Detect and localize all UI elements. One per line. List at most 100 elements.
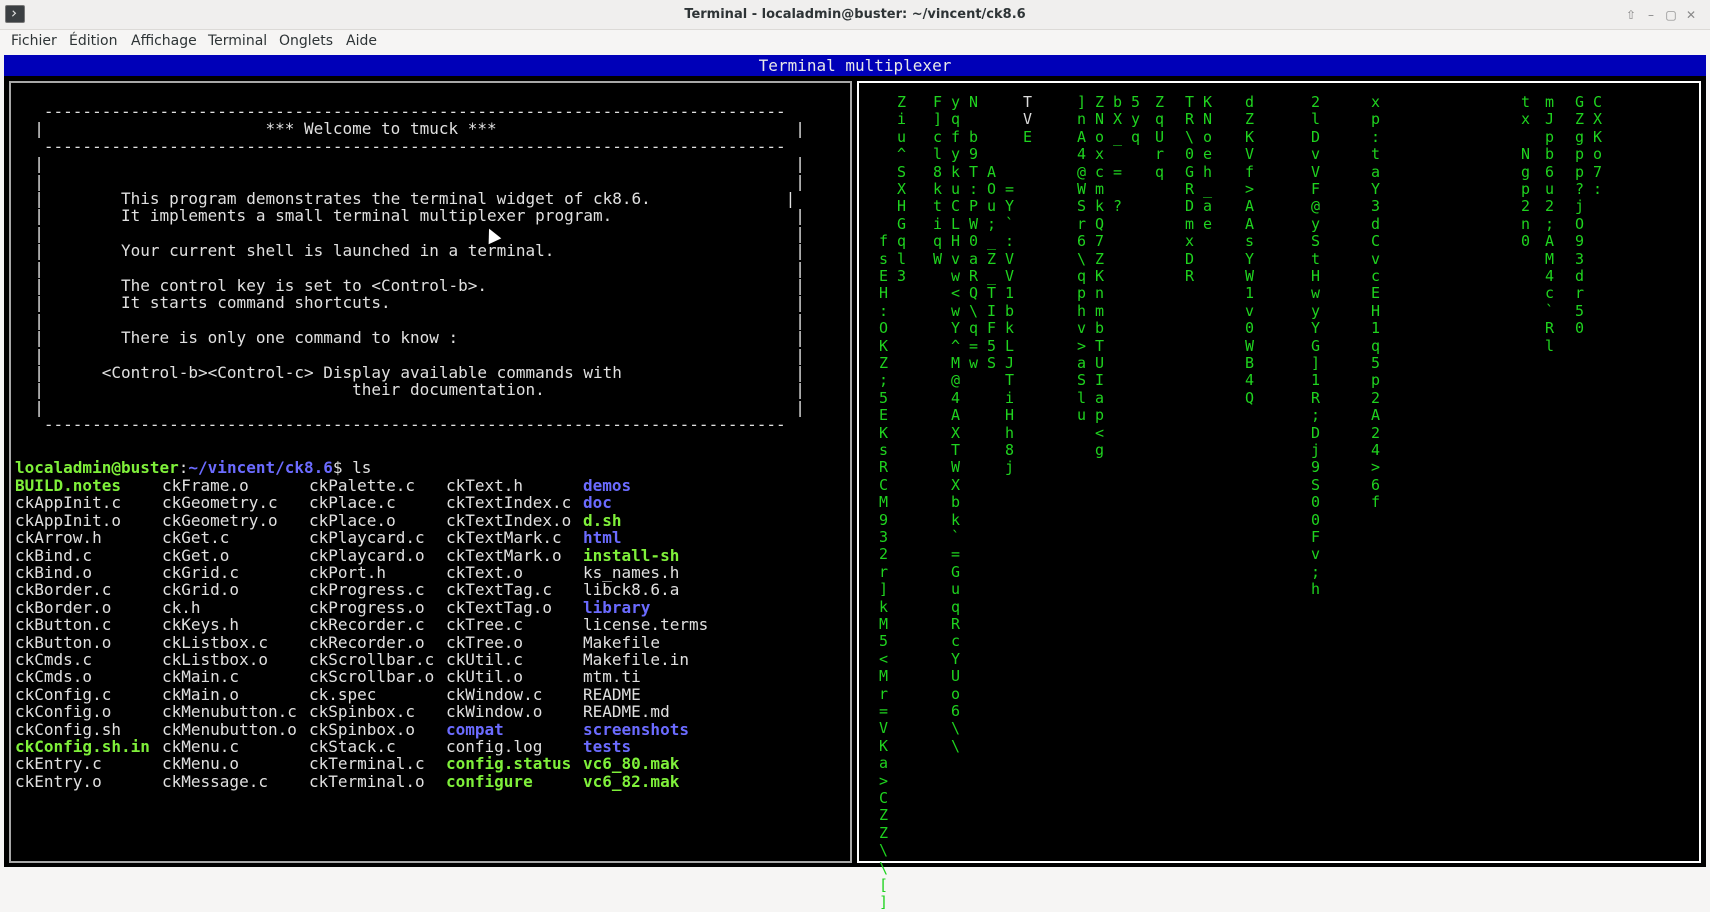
matrix-char: N — [1203, 110, 1213, 129]
matrix-char: 6 — [951, 702, 961, 720]
menu-edition[interactable]: Édition — [69, 33, 117, 49]
matrix-char: m — [1185, 214, 1195, 233]
matrix-char: R — [1185, 110, 1195, 129]
banner-line: | The control key is set to <Control-b>.… — [15, 276, 805, 295]
matrix-char: Q — [1095, 214, 1105, 233]
matrix-char: u — [987, 197, 997, 216]
roll-up-icon[interactable]: ⇧ — [1622, 6, 1640, 24]
ls-entry: ckTextTag.o — [446, 597, 552, 617]
matrix-char: p — [1095, 406, 1105, 425]
matrix-char: D — [1311, 423, 1321, 442]
matrix-char: x — [1185, 232, 1195, 251]
matrix-char: y — [1131, 110, 1141, 129]
matrix-char: u — [951, 580, 961, 599]
banner-line: | | — [15, 397, 805, 417]
matrix-char: ^ — [951, 336, 961, 355]
matrix-char: F — [1311, 528, 1321, 546]
matrix-char: b — [951, 493, 961, 512]
matrix-char: q — [1077, 267, 1087, 285]
matrix-char: 6 — [1545, 162, 1555, 181]
right-terminal-pane[interactable]: f s E H: O K Z; 5 E Ks R C M 9 3 2 r] k M 5 < Mr = V Ka > C Z Z \ \[] Z… — [857, 81, 1701, 911]
matrix-char: o — [1095, 127, 1105, 146]
matrix-char: w — [969, 354, 979, 372]
matrix-char: H — [951, 232, 961, 251]
matrix-char: W — [951, 458, 961, 477]
maximize-icon[interactable]: ▢ — [1662, 6, 1680, 24]
matrix-char: R — [1545, 319, 1555, 338]
matrix-char: 3 — [1371, 197, 1381, 216]
matrix-char: F — [987, 319, 997, 338]
matrix-char: v — [1371, 249, 1381, 268]
minimize-icon[interactable]: – — [1642, 6, 1660, 24]
matrix-char: 4 — [1245, 371, 1255, 390]
ls-entry: screenshots — [583, 719, 689, 739]
matrix-char: 1 — [1311, 371, 1321, 390]
close-icon[interactable]: ✕ — [1682, 6, 1700, 24]
ls-entry: vc6_82.mak — [583, 771, 680, 791]
matrix-char: v — [1077, 319, 1087, 338]
matrix-char: K — [879, 423, 889, 442]
matrix-char: R — [1185, 180, 1195, 198]
ls-entry: ckTree.o — [446, 632, 524, 652]
menu-aide[interactable]: Aide — [346, 33, 377, 49]
ls-entry: mtm.ti — [583, 667, 641, 687]
matrix-char: @ — [1311, 197, 1321, 216]
matrix-char: \ — [1185, 127, 1195, 146]
ls-entry: ckProgress.o — [309, 597, 425, 617]
menu-onglets[interactable]: Onglets — [279, 33, 333, 49]
matrix-char: N — [1095, 110, 1105, 129]
left-terminal-pane[interactable]: ----------------------------------------… — [9, 81, 852, 863]
banner-line: | | — [15, 310, 805, 330]
matrix-char: c — [1545, 284, 1555, 303]
ls-entry: ckTextIndex.o — [446, 510, 572, 530]
ls-entry: ckButton.c — [15, 615, 112, 635]
matrix-char: 3 — [1575, 249, 1585, 268]
ls-entry: ckListbox.c — [162, 632, 268, 652]
matrix-char: f — [1245, 162, 1255, 181]
matrix-char: X — [1113, 110, 1123, 129]
matrix-char: v — [1311, 545, 1321, 564]
banner-line: | Your current shell is launched in a te… — [15, 241, 805, 261]
ls-entry: ckEntry.c — [15, 754, 102, 774]
matrix-char: H — [1371, 301, 1381, 320]
menu-fichier[interactable]: Fichier — [11, 33, 57, 49]
ls-entry: Makefile.in — [583, 650, 689, 669]
matrix-char: R — [951, 615, 961, 633]
matrix-char: T — [987, 284, 997, 303]
matrix-char: A — [1545, 232, 1555, 251]
ls-entry: ckGet.c — [162, 528, 230, 548]
ls-entry: ckPlace.c — [309, 493, 396, 513]
matrix-char: 2 — [1311, 93, 1321, 111]
matrix-char: K — [1245, 127, 1255, 146]
matrix-char: _ — [987, 232, 997, 251]
matrix-char: m — [1095, 301, 1105, 320]
matrix-char: < — [879, 649, 889, 668]
ls-entry: d.sh — [583, 510, 622, 530]
ls-entry: ck.h — [162, 597, 201, 617]
matrix-char: W — [1077, 180, 1087, 198]
matrix-char: 5 — [1371, 354, 1381, 372]
matrix-char: f — [879, 232, 889, 251]
matrix-char: V — [1005, 249, 1015, 268]
matrix-char: g — [1095, 441, 1105, 459]
ls-entry: ckMenu.o — [162, 754, 240, 774]
matrix-char: T — [951, 441, 961, 459]
ls-entry: ckGeometry.c — [162, 493, 278, 513]
matrix-char: 0 — [1311, 493, 1321, 512]
matrix-char: x — [1371, 93, 1381, 111]
matrix-char: D — [1185, 197, 1195, 216]
banner-line: | | — [15, 171, 805, 191]
matrix-char: h — [1005, 423, 1015, 442]
matrix-char: b — [969, 127, 979, 146]
matrix-char: 0 — [1245, 319, 1255, 338]
matrix-char: 5 — [1575, 301, 1585, 320]
menu-terminal[interactable]: Terminal — [208, 33, 267, 49]
matrix-char: a — [1371, 162, 1381, 181]
menu-affichage[interactable]: Affichage — [131, 33, 197, 49]
ls-entry: ckGrid.o — [162, 580, 240, 600]
ls-entry: install-sh — [583, 545, 680, 565]
matrix-char: Y — [1311, 319, 1321, 338]
matrix-char: w — [951, 301, 961, 320]
matrix-char: ] — [1077, 93, 1087, 111]
matrix-char: T — [1185, 93, 1195, 111]
